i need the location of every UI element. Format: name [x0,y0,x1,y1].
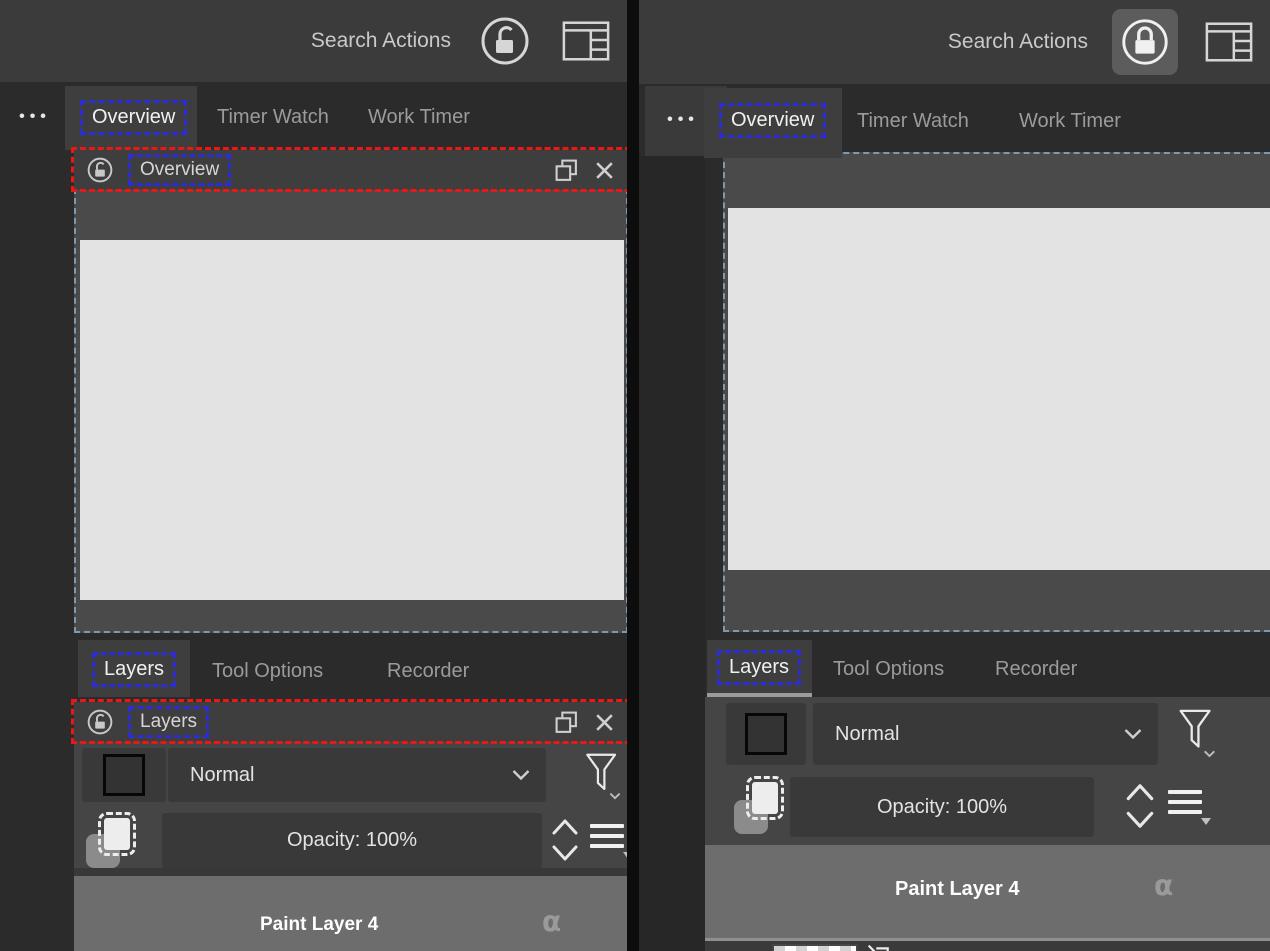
list-gap [74,868,627,876]
keyboard-focus-outline: Layers [717,650,802,685]
opacity-stepper-icon[interactable] [548,812,582,868]
krita-panel-unlocked: Search Actions ••• Overview Timer Watch … [0,0,627,951]
close-docker-icon[interactable] [593,711,616,734]
chevron-down-icon [1124,729,1142,739]
screenshot-comparison: Search Actions ••• Overview Timer Watch … [0,0,1270,951]
active-tab-underline [707,693,812,697]
layer-color-label-button[interactable] [82,748,166,802]
chevron-down-icon [623,852,627,859]
tab-timer-watch[interactable]: Timer Watch [217,106,329,129]
toolbar: Search Actions [639,0,1270,84]
keyboard-focus-outline: Overview [128,154,232,186]
overview-canvas-preview[interactable] [80,240,624,600]
lock-docks-button[interactable] [1112,9,1178,75]
alpha-lock-badge[interactable]: α [1154,872,1173,900]
tab-timer-watch[interactable]: Timer Watch [857,110,969,133]
float-docker-icon[interactable] [554,158,579,183]
docker-title: Layers [140,711,198,732]
blend-mode-value: Normal [190,763,255,786]
search-actions-field[interactable]: Search Actions [948,30,1088,54]
layer-name[interactable]: Paint Layer 4 [895,878,1020,901]
overview-docker-titlebar[interactable]: Overview [74,150,627,190]
alpha-lock-badge[interactable]: α [542,908,561,936]
lock-open-icon [477,13,533,69]
opacity-value: Opacity: 100% [286,829,418,851]
opacity-slider[interactable]: Opacity: 100% [162,813,542,868]
color-swatch [103,754,145,796]
tab-overview[interactable]: Overview [92,106,175,128]
workspace-chooser-button[interactable] [1202,15,1256,69]
tab-tool-options[interactable]: Tool Options [833,658,944,681]
tab-recorder[interactable]: Recorder [387,660,469,683]
layers-docker-titlebar[interactable]: Layers [74,702,627,742]
layer-filter-funnel-icon[interactable] [584,752,622,800]
dark-sidebar-column [639,156,705,951]
layers-menu-hamburger-icon[interactable] [590,824,627,859]
blend-mode-dropdown[interactable]: Normal [168,748,546,802]
layer-color-label-button[interactable] [726,703,806,765]
docker-title: Overview [140,159,220,180]
docker-lock-icon[interactable] [86,708,114,736]
opacity-stepper-icon[interactable] [1123,776,1157,836]
chevron-down-icon [1201,818,1211,825]
lock-docks-button[interactable] [475,11,535,71]
tab-overview[interactable]: Overview [731,109,814,131]
stack-front-square [98,812,136,856]
search-actions-field[interactable]: Search Actions [311,29,451,53]
layer-name[interactable]: Paint Layer 4 [260,914,378,936]
close-docker-icon[interactable] [593,159,616,182]
layer-filter-funnel-icon[interactable] [1177,708,1217,758]
overview-canvas-preview[interactable] [728,208,1270,570]
opacity-slider[interactable]: Opacity: 100% [790,777,1094,837]
overview-docker-content [74,188,627,633]
lock-closed-icon [1118,15,1172,69]
layer-thumbnail [772,944,858,951]
keyboard-focus-outline: Layers [92,652,177,687]
tab-layers[interactable]: Layers [104,658,164,680]
chevron-down-icon [512,770,530,780]
tab-tool-options[interactable]: Tool Options [212,660,323,683]
paint-layer-type-icon [867,944,891,951]
workspace-icon [1204,17,1254,67]
blend-mode-dropdown[interactable]: Normal [813,703,1158,765]
stack-front-square [746,776,784,820]
tab-work-timer[interactable]: Work Timer [368,106,470,129]
keyboard-focus-outline: Overview [719,103,827,138]
overview-docker-content [723,152,1270,632]
toolbar: Search Actions [0,0,627,82]
blend-mode-value: Normal [835,722,900,745]
tab-recorder[interactable]: Recorder [995,658,1077,681]
color-swatch [745,713,787,755]
overflow-menu-button[interactable]: ••• [655,100,711,140]
opacity-value: Opacity: 100% [876,795,1008,818]
layers-stack-icon[interactable] [86,812,136,868]
workspace-chooser-button[interactable] [559,14,613,68]
layers-stack-icon[interactable] [734,776,784,834]
docker-lock-icon[interactable] [86,156,114,184]
keyboard-focus-outline: Overview [80,100,188,135]
workspace-icon [561,16,611,66]
layers-menu-hamburger-icon[interactable] [1168,790,1211,825]
keyboard-focus-outline: Layers [128,706,210,738]
krita-panel-locked: Search Actions ••• Overview Timer Watch … [639,0,1270,951]
float-docker-icon[interactable] [554,710,579,735]
tab-work-timer[interactable]: Work Timer [1019,110,1121,133]
overflow-menu-button[interactable]: ••• [10,97,60,137]
tab-layers[interactable]: Layers [729,656,789,678]
